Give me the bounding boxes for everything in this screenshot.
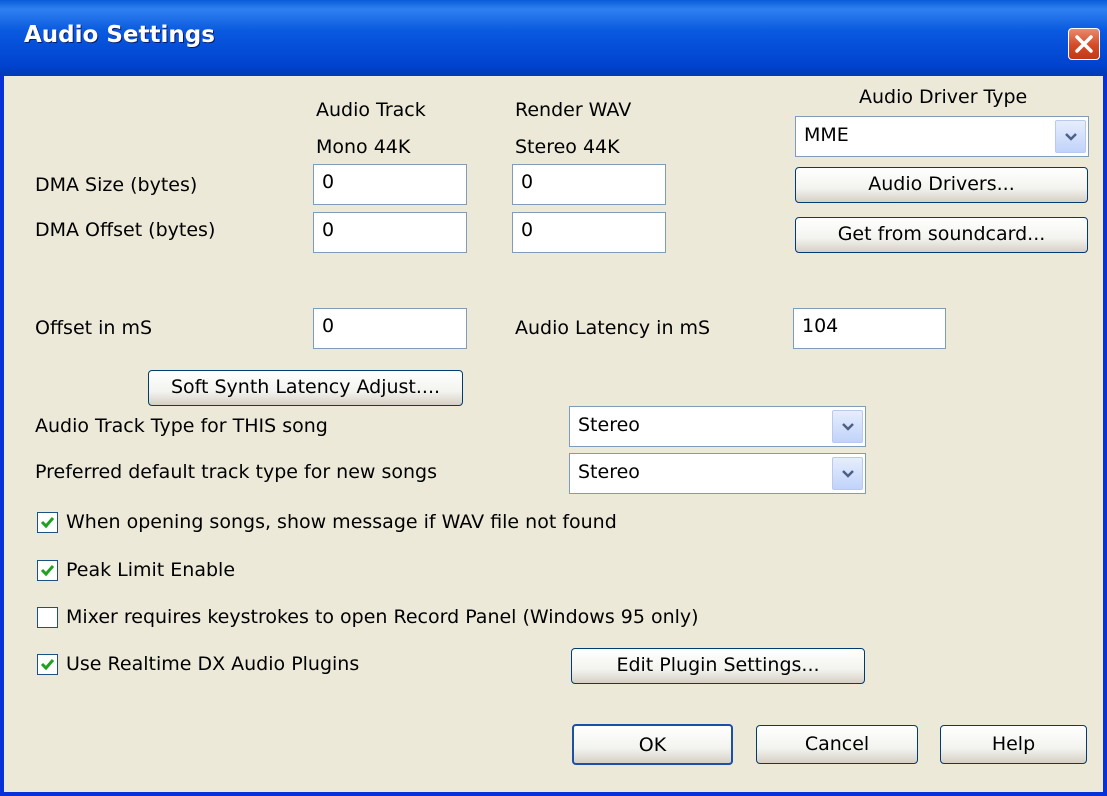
default-track-type-value: Stereo xyxy=(578,461,640,483)
offset-ms-label: Offset in mS xyxy=(35,317,153,339)
edit-plugin-settings-button[interactable]: Edit Plugin Settings... xyxy=(571,648,865,684)
dma-offset-label: DMA Offset (bytes) xyxy=(35,219,216,241)
dma-size-audio-input[interactable]: 0 xyxy=(313,164,467,205)
dropdown-arrow-button[interactable] xyxy=(832,457,863,490)
cancel-button[interactable]: Cancel xyxy=(756,725,918,764)
checkmark-icon xyxy=(40,517,55,529)
dma-size-render-input[interactable]: 0 xyxy=(512,164,666,205)
peak-limit-label[interactable]: Peak Limit Enable xyxy=(66,559,235,581)
mixer-keystrokes-checkbox[interactable] xyxy=(37,607,58,628)
offset-ms-input[interactable]: 0 xyxy=(313,308,467,349)
chevron-down-icon xyxy=(842,470,854,478)
track-type-this-song-select[interactable]: Stereo xyxy=(569,406,866,447)
audio-latency-label: Audio Latency in mS xyxy=(515,317,711,339)
show-message-checkbox[interactable] xyxy=(37,512,58,533)
track-type-this-song-value: Stereo xyxy=(578,414,640,436)
realtime-dx-checkbox[interactable] xyxy=(37,654,58,675)
dma-offset-audio-input[interactable]: 0 xyxy=(313,212,467,253)
chevron-down-icon xyxy=(1065,133,1077,141)
dma-offset-render-input[interactable]: 0 xyxy=(512,212,666,253)
ok-button[interactable]: OK xyxy=(572,724,733,765)
track-type-this-song-label: Audio Track Type for THIS song xyxy=(35,415,328,437)
audio-driver-type-label: Audio Driver Type xyxy=(859,86,1028,108)
get-from-soundcard-button[interactable]: Get from soundcard... xyxy=(795,217,1088,253)
default-track-type-label: Preferred default track type for new son… xyxy=(35,461,438,483)
audio-driver-type-select[interactable]: MME xyxy=(795,116,1089,157)
audio-drivers-button[interactable]: Audio Drivers... xyxy=(795,167,1088,203)
audio-driver-type-value: MME xyxy=(804,124,849,146)
title-bar[interactable]: Audio Settings xyxy=(0,0,1107,76)
dma-size-label: DMA Size (bytes) xyxy=(35,174,198,196)
close-button[interactable] xyxy=(1068,28,1100,60)
mixer-keystrokes-label[interactable]: Mixer requires keystrokes to open Record… xyxy=(66,606,699,628)
audio-latency-input[interactable]: 104 xyxy=(793,308,946,349)
peak-limit-checkbox[interactable] xyxy=(37,560,58,581)
checkmark-icon xyxy=(40,565,55,577)
checkmark-icon xyxy=(40,659,55,671)
audio-track-format: Mono 44K xyxy=(316,136,411,158)
soft-synth-latency-button[interactable]: Soft Synth Latency Adjust.... xyxy=(148,370,463,406)
dropdown-arrow-button[interactable] xyxy=(1055,120,1086,153)
default-track-type-select[interactable]: Stereo xyxy=(569,453,866,494)
chevron-down-icon xyxy=(842,423,854,431)
render-wav-format: Stereo 44K xyxy=(515,136,620,158)
dropdown-arrow-button[interactable] xyxy=(832,410,863,443)
help-button[interactable]: Help xyxy=(940,725,1087,764)
render-wav-header: Render WAV xyxy=(515,99,632,121)
dialog-title: Audio Settings xyxy=(24,22,215,48)
show-message-label[interactable]: When opening songs, show message if WAV … xyxy=(66,511,617,533)
realtime-dx-label[interactable]: Use Realtime DX Audio Plugins xyxy=(66,653,359,675)
audio-track-header: Audio Track xyxy=(316,99,426,121)
